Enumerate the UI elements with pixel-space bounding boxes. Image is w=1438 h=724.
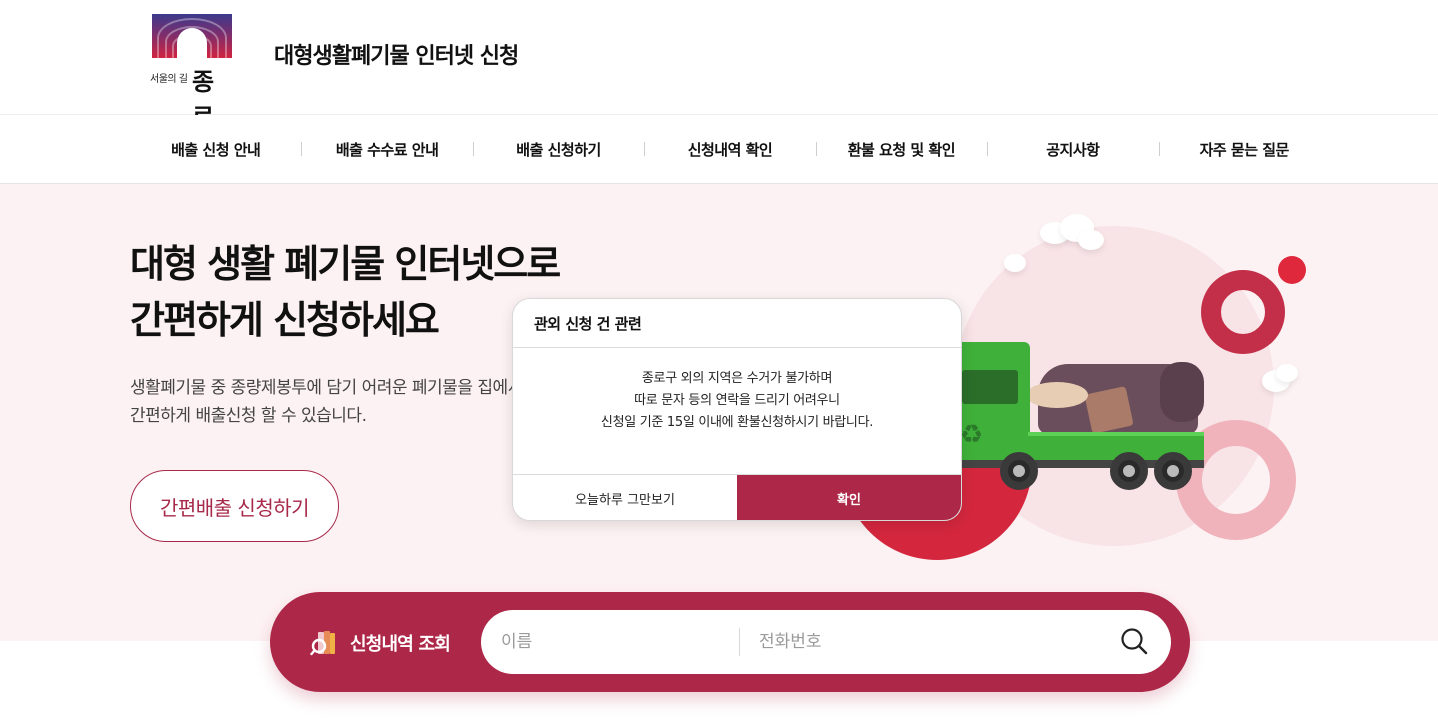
confirm-button[interactable]: 확인 bbox=[737, 475, 961, 520]
chair-icon bbox=[1084, 386, 1134, 434]
site-header: 서울의 길 종로 대형생활폐기물 인터넷 신청 bbox=[0, 0, 1438, 131]
wheel-icon bbox=[1110, 452, 1148, 490]
hero-desc-line2: 간편하게 배출신청 할 수 있습니다. bbox=[130, 406, 367, 426]
modal-body-line2: 따로 문자 등의 연락을 드리기 어려우니 bbox=[634, 393, 840, 408]
name-input[interactable] bbox=[501, 622, 739, 662]
garbage-truck-illustration: ♻ bbox=[950, 334, 1205, 494]
nav-item-fee-guide[interactable]: 배출 수수료 안내 bbox=[301, 115, 472, 184]
main-nav: 배출 신청 안내 배출 수수료 안내 배출 신청하기 신청내역 확인 환불 요청… bbox=[0, 115, 1438, 184]
nav-item-notice[interactable]: 공지사항 bbox=[987, 115, 1158, 184]
nav-item-disposal-guide[interactable]: 배출 신청 안내 bbox=[130, 115, 301, 184]
phone-input[interactable] bbox=[759, 622, 1099, 662]
search-field-group bbox=[481, 610, 1171, 674]
quick-apply-button[interactable]: 간편배출 신청하기 bbox=[130, 470, 339, 542]
cloud-decoration bbox=[1276, 364, 1298, 382]
magnifier-icon bbox=[1121, 628, 1148, 655]
site-title[interactable]: 대형생활폐기물 인터넷 신청 bbox=[274, 38, 519, 70]
hide-today-button[interactable]: 오늘하루 그만보기 bbox=[513, 475, 737, 520]
field-divider bbox=[739, 628, 740, 656]
notice-modal: 관외 신청 건 관련 종로구 외의 지역은 수거가 불가하며 따로 문자 등의 … bbox=[512, 298, 962, 521]
modal-body: 종로구 외의 지역은 수거가 불가하며 따로 문자 등의 연락을 드리기 어려우… bbox=[513, 348, 961, 475]
cloud-decoration bbox=[1078, 230, 1104, 250]
history-search-bar: 신청내역 조회 bbox=[270, 592, 1190, 692]
modal-title: 관외 신청 건 관련 bbox=[513, 299, 961, 348]
wheel-icon bbox=[1154, 452, 1192, 490]
hero-title: 대형 생활 폐기물 인터넷으로 간편하게 신청하세요 bbox=[130, 236, 561, 348]
cloud-decoration bbox=[1004, 254, 1026, 272]
truck-window-shape bbox=[962, 370, 1018, 404]
logo-emblem-icon bbox=[152, 14, 232, 58]
table-icon bbox=[1026, 382, 1088, 408]
jongno-logo[interactable]: 서울의 길 종로 bbox=[150, 14, 234, 131]
modal-footer: 오늘하루 그만보기 확인 bbox=[513, 475, 961, 520]
truck-cab-shape: ♻ bbox=[950, 342, 1030, 462]
sofa-arm-shape bbox=[1160, 362, 1204, 422]
hero-desc-line1: 생활폐기물 중 종량제봉투에 담기 어려운 폐기물을 집에서 bbox=[130, 378, 523, 398]
hero-title-line2: 간편하게 신청하세요 bbox=[130, 298, 440, 342]
modal-body-line1: 종로구 외의 지역은 수거가 불가하며 bbox=[641, 371, 833, 386]
nav-item-refund[interactable]: 환불 요청 및 확인 bbox=[815, 115, 987, 184]
recycle-icon: ♻ bbox=[960, 420, 984, 450]
hero-description: 생활폐기물 중 종량제봉투에 담기 어려운 폐기물을 집에서 간편하게 배출신청… bbox=[130, 374, 523, 430]
nav-item-apply[interactable]: 배출 신청하기 bbox=[472, 115, 644, 184]
hero-title-line1: 대형 생활 폐기물 인터넷으로 bbox=[130, 242, 561, 286]
red-dot-decoration bbox=[1278, 256, 1306, 284]
logo-subtext: 서울의 길 bbox=[150, 74, 188, 85]
modal-body-line3: 신청일 기준 15일 이내에 환불신청하시기 바랍니다. bbox=[600, 415, 874, 430]
book-search-icon bbox=[310, 629, 338, 657]
nav-item-faq[interactable]: 자주 묻는 질문 bbox=[1158, 115, 1330, 184]
red-ring-decoration bbox=[1201, 270, 1285, 354]
search-label: 신청내역 조회 bbox=[350, 634, 451, 655]
wheel-icon bbox=[1000, 452, 1038, 490]
search-submit-button[interactable] bbox=[1117, 624, 1153, 660]
nav-item-history[interactable]: 신청내역 확인 bbox=[644, 115, 815, 184]
